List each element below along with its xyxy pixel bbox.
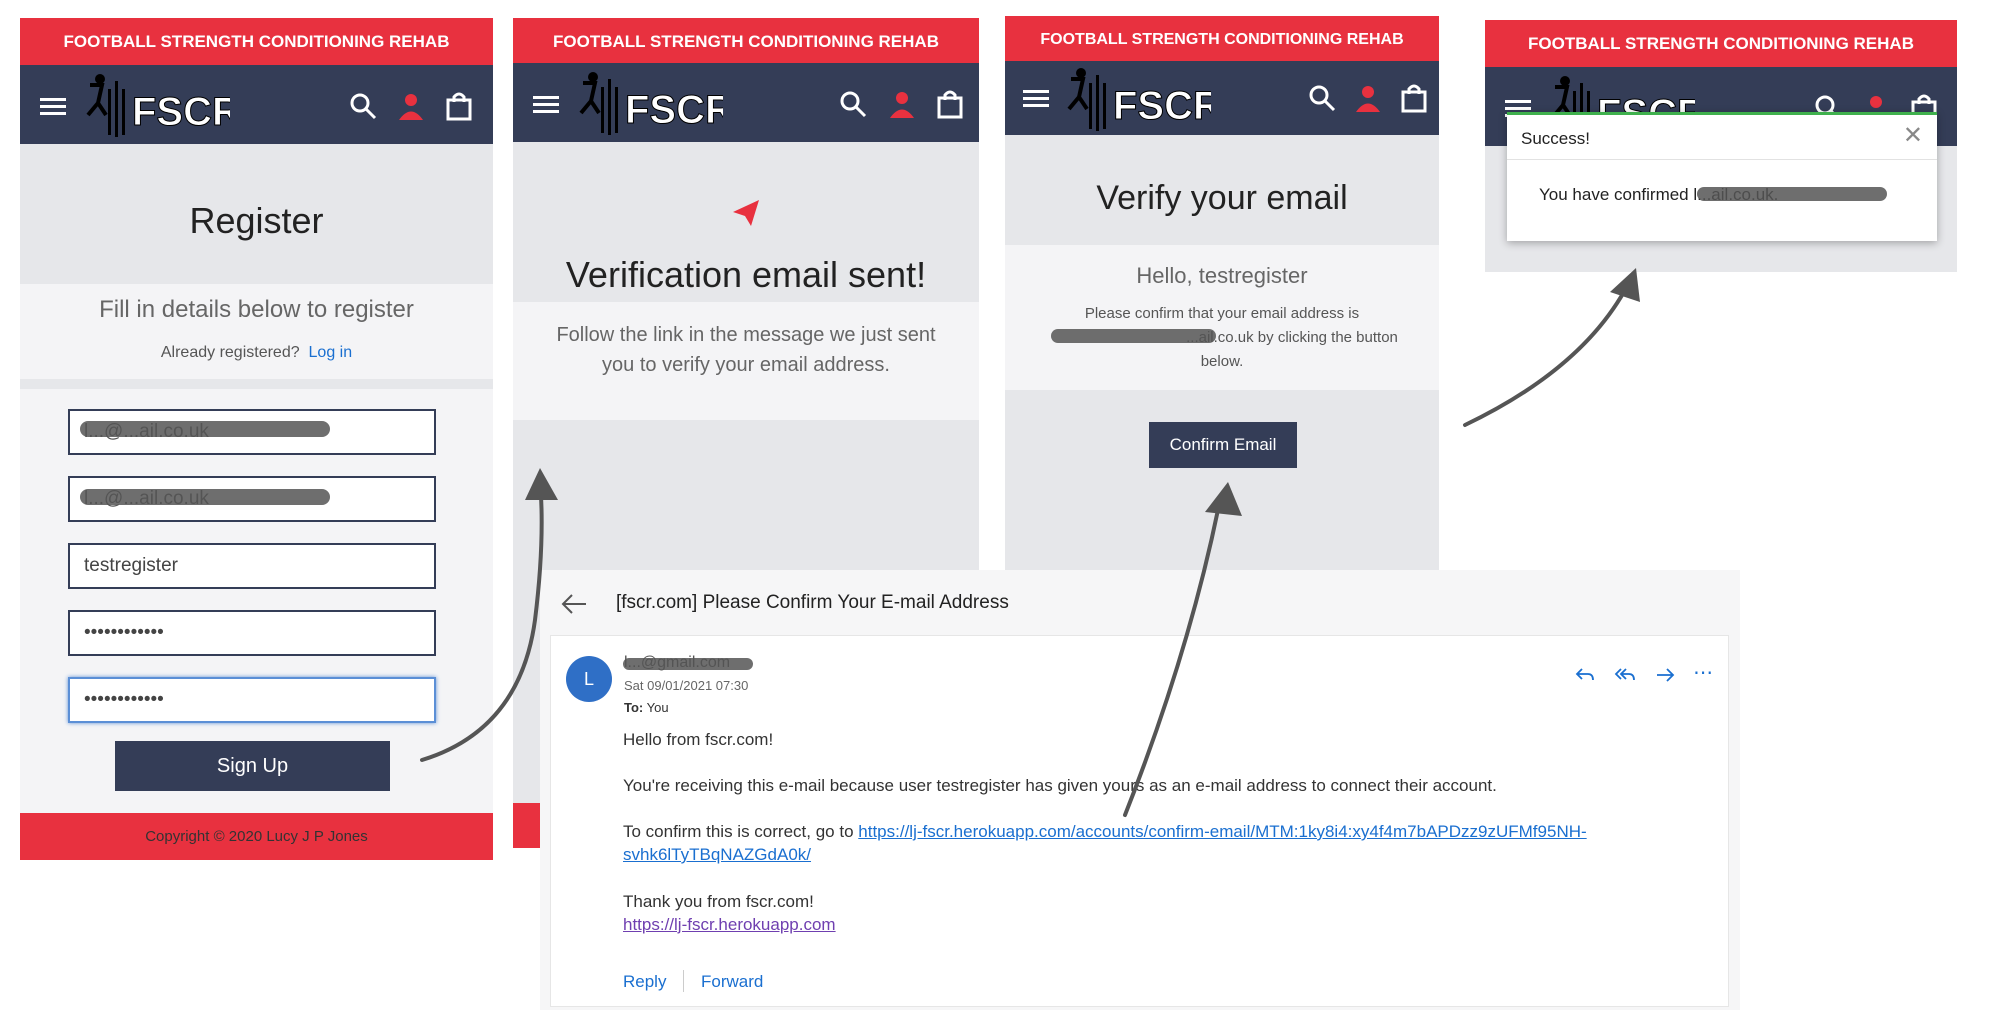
confirm-paragraph: To confirm this is correct, go to https:…	[623, 822, 1587, 842]
more-options-icon[interactable]: ⋯	[1693, 660, 1713, 685]
thanks-line: Thank you from fscr.com!	[623, 892, 814, 911]
menu-icon[interactable]	[531, 89, 561, 119]
greeting: Hello, testregister	[1136, 263, 1308, 288]
fscr-logo[interactable]: FSCR	[1061, 65, 1211, 135]
menu-icon[interactable]	[1021, 83, 1051, 113]
already-registered: Already registered? Log in	[20, 344, 493, 362]
already-text: Already registered?	[160, 344, 300, 361]
password-confirm-value: ••••••••••••	[84, 689, 164, 710]
confirm-line-1: Please confirm that your email address i…	[1084, 305, 1360, 322]
register-header: Register	[20, 144, 493, 284]
verify-header: Verify your email	[1005, 135, 1439, 245]
bag-icon[interactable]	[444, 91, 474, 121]
site-banner: FOOTBALL STRENGTH CONDITIONING REHAB	[513, 18, 979, 65]
success-toast: Success! ✕ You have confirmed l...ail.co…	[1507, 112, 1937, 241]
menu-icon[interactable]	[38, 91, 68, 121]
action-divider	[683, 970, 684, 992]
account-icon[interactable]	[887, 89, 917, 119]
redaction-scribble	[80, 421, 330, 437]
page-title: Verification email sent!	[565, 254, 927, 295]
toast-title: Success!	[1521, 129, 1590, 148]
reply-icon[interactable]	[1574, 664, 1596, 686]
login-link[interactable]: Log in	[309, 344, 353, 361]
body-greeting: Hello from fscr.com!	[623, 730, 774, 749]
to-value: You	[646, 700, 669, 715]
signup-button[interactable]: Sign Up	[115, 741, 390, 791]
confirm-link[interactable]: https://lj-fscr.herokuapp.com/accounts/c…	[858, 822, 1586, 841]
fscr-logo[interactable]: FSCR	[80, 71, 230, 141]
svg-text:FSCR: FSCR	[1113, 84, 1211, 128]
confirm-line-3: below.	[1200, 353, 1244, 370]
email-date: Sat 09/01/2021 07:30	[624, 678, 749, 693]
page-title: Register	[189, 200, 324, 241]
password-confirm-field[interactable]: ••••••••••••	[68, 677, 436, 723]
close-icon[interactable]: ✕	[1903, 121, 1923, 150]
footer: Copyright © 2020 Lucy J P Jones	[20, 813, 493, 860]
email-subject: [fscr.com] Please Confirm Your E-mail Ad…	[616, 592, 1009, 613]
reply-button[interactable]: Reply	[623, 972, 666, 992]
arrowhead-3	[1610, 268, 1640, 302]
site-banner: FOOTBALL STRENGTH CONDITIONING REHAB	[1005, 16, 1439, 63]
email-reading-pane: [fscr.com] Please Confirm Your E-mail Ad…	[540, 570, 1740, 1010]
verify-message: Hello, testregister Please confirm that …	[1005, 245, 1439, 390]
confirm-prefix: To confirm this is correct, go to	[623, 822, 854, 841]
verify-email-panel: FOOTBALL STRENGTH CONDITIONING REHAB FSC…	[1005, 16, 1439, 576]
forward-icon[interactable]	[1654, 664, 1676, 686]
bag-icon[interactable]	[1399, 83, 1429, 113]
back-arrow-icon[interactable]	[560, 592, 588, 616]
reply-all-icon[interactable]	[1614, 664, 1636, 686]
register-form: l...@...ail.co.uk l...@...ail.co.uk test…	[20, 389, 493, 813]
confirm-link-continued[interactable]: svhk6lTyTBqNAZGdA0k/	[623, 845, 811, 865]
page-title: Verify your email	[1096, 179, 1348, 217]
success-panel: FOOTBALL STRENGTH CONDITIONING REHAB FSC…	[1485, 20, 1957, 272]
navbar: FSCR	[513, 63, 979, 142]
signup-label: Sign Up	[216, 754, 289, 777]
fscr-logo[interactable]: FSCR	[573, 69, 723, 139]
search-icon[interactable]	[1307, 83, 1337, 113]
sent-message: Follow the link in the message we just s…	[513, 302, 979, 420]
search-icon[interactable]	[348, 91, 378, 121]
account-icon[interactable]	[396, 91, 426, 121]
sender-avatar: L	[566, 656, 612, 702]
navbar: FSCR	[20, 65, 493, 144]
avatar-initial: L	[583, 668, 594, 689]
svg-text:FSCR: FSCR	[625, 88, 723, 132]
site-banner: FOOTBALL STRENGTH CONDITIONING REHAB	[1485, 20, 1957, 67]
forward-button[interactable]: Forward	[701, 972, 763, 992]
navbar: FSCR	[1005, 61, 1439, 135]
register-subtitle: Fill in details below to register	[99, 296, 414, 323]
sent-header: Verification email sent!	[513, 142, 979, 302]
body-paragraph: You're receiving this e-mail because use…	[623, 776, 1497, 795]
register-panel: FOOTBALL STRENGTH CONDITIONING REHAB FSC…	[20, 18, 493, 860]
search-icon[interactable]	[838, 89, 868, 119]
confirm-email-label: Confirm Email	[1169, 435, 1277, 454]
redaction-scribble	[1051, 329, 1216, 343]
confirm-email-button[interactable]: Confirm Email	[1149, 422, 1297, 468]
register-intro: Fill in details below to register Alread…	[20, 284, 493, 379]
arrow-confirm-to-success	[1463, 288, 1627, 427]
username-value: testregister	[84, 555, 178, 576]
account-icon[interactable]	[1353, 83, 1383, 113]
svg-text:FSCR: FSCR	[132, 90, 230, 134]
username-field[interactable]: testregister	[68, 543, 436, 589]
site-link[interactable]: https://lj-fscr.herokuapp.com	[623, 915, 836, 935]
email-message: L l...@gmail.com Sat 09/01/2021 07:30 To…	[550, 635, 1729, 1007]
password-value: ••••••••••••	[84, 622, 164, 643]
copyright: Copyright © 2020 Lucy J P Jones	[145, 828, 368, 845]
redaction-scribble	[623, 658, 753, 670]
email-to: To: You	[624, 700, 669, 715]
to-label: To:	[624, 700, 644, 715]
redaction-scribble	[1697, 187, 1887, 201]
site-banner: FOOTBALL STRENGTH CONDITIONING REHAB	[20, 18, 493, 65]
sent-text: Follow the link in the message we just s…	[556, 324, 936, 376]
toast-divider	[1507, 159, 1937, 160]
password-field[interactable]: ••••••••••••	[68, 610, 436, 656]
paper-plane-icon	[733, 200, 759, 226]
redaction-scribble	[80, 489, 330, 505]
bag-icon[interactable]	[935, 89, 965, 119]
